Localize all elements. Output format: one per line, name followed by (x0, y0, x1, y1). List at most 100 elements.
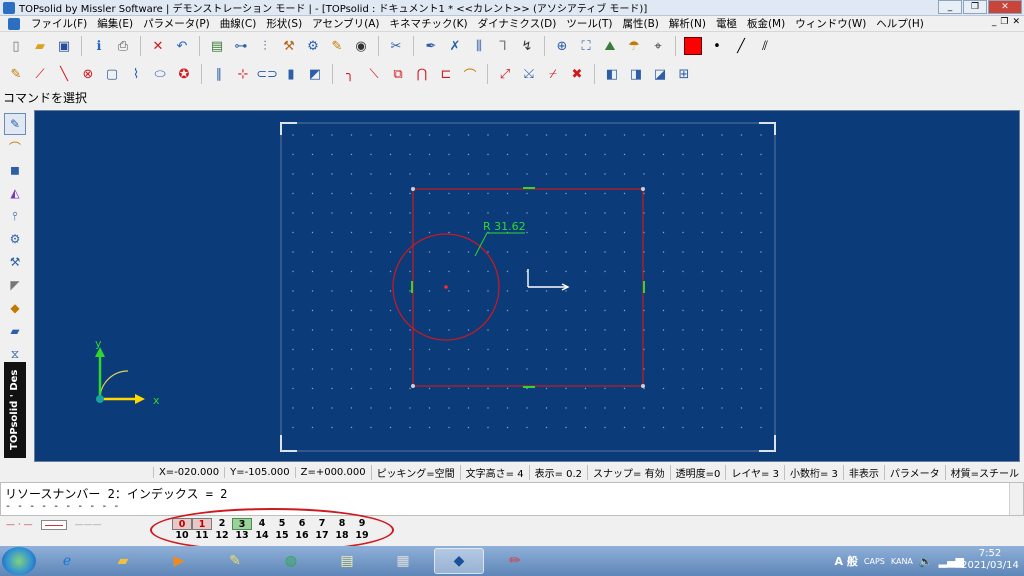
pencil-icon[interactable]: ✎ (4, 113, 26, 135)
intersection-icon[interactable]: ⤩ (519, 64, 539, 84)
message-scrollbar[interactable] (1009, 483, 1023, 515)
assembly-icon[interactable]: ⚒ (4, 251, 26, 273)
color-swatch-icon[interactable] (683, 36, 703, 56)
ellipse-icon[interactable]: ⬭ (150, 64, 170, 84)
corner-icon[interactable]: ⊏ (436, 64, 456, 84)
pen-icon[interactable]: ✒ (421, 36, 441, 56)
hatch-icon[interactable]: ⫽ (755, 36, 775, 56)
sliders-icon[interactable]: ⫼ (469, 36, 489, 56)
eye-icon[interactable]: ◉ (351, 36, 371, 56)
menu-parameter[interactable]: パラメータ(P) (138, 16, 215, 31)
trim-icon[interactable]: ⌇ (126, 64, 146, 84)
line-style-icon[interactable]: ╱ (731, 36, 751, 56)
volume-icon[interactable]: 🔈 (919, 555, 933, 568)
menu-edit[interactable]: 編集(E) (92, 16, 138, 31)
pencil-icon[interactable]: ✎ (6, 64, 26, 84)
new-document-icon[interactable]: ▯ (6, 36, 26, 56)
fit-screen-icon[interactable]: ⛶ (576, 36, 596, 56)
close-button[interactable]: ✕ (988, 0, 1022, 14)
drafting-icon[interactable]: ◤ (4, 274, 26, 296)
status-text-height[interactable]: 文字高さ= 4 (459, 464, 529, 480)
surface-icon[interactable]: ◧ (602, 64, 622, 84)
axis-icon[interactable]: ⌖ (648, 36, 668, 56)
save-icon[interactable]: ▣ (54, 36, 74, 56)
undo-icon[interactable]: ↶ (172, 36, 192, 56)
offset-icon[interactable]: ⧉ (388, 64, 408, 84)
menu-dynamics[interactable]: ダイナミクス(D) (473, 16, 562, 31)
probe-icon[interactable]: ⫯ (4, 205, 26, 227)
render-icon[interactable]: ☂ (624, 36, 644, 56)
notes-icon[interactable]: ▤ (322, 548, 372, 574)
cancel-icon[interactable]: ✖ (567, 64, 587, 84)
line-icon[interactable]: ╲ (54, 64, 74, 84)
doc-minimize-button[interactable]: _ (992, 17, 997, 27)
curve-icon[interactable]: ⌒ (4, 136, 26, 158)
chamfer-icon[interactable]: ⟍ (364, 64, 384, 84)
status-picking[interactable]: ピッキング=空間 (370, 464, 460, 480)
point-style-icon[interactable]: • (707, 36, 727, 56)
print-icon[interactable]: ⎙ (113, 36, 133, 56)
cross-icon[interactable]: ✗ (445, 36, 465, 56)
pane-icon[interactable]: ▤ (207, 36, 227, 56)
restore-button[interactable]: ❐ (963, 0, 987, 14)
open-folder-icon[interactable]: ▰ (30, 36, 50, 56)
point-icon[interactable]: ⊹ (233, 64, 253, 84)
paint-icon[interactable]: ✎ (327, 36, 347, 56)
arc-icon[interactable]: ⋂ (412, 64, 432, 84)
tangent-icon[interactable]: ⌒ (460, 64, 480, 84)
calculator-icon[interactable]: ▦ (378, 548, 428, 574)
minimize-button[interactable]: _ (938, 0, 962, 14)
hammer-icon[interactable]: ⚒ (279, 36, 299, 56)
paintbrush-icon[interactable]: ✏ (490, 548, 540, 574)
solid-line-icon[interactable] (40, 520, 67, 530)
status-transparency[interactable]: 透明度=0 (669, 464, 726, 480)
menu-attributes[interactable]: 属性(B) (617, 16, 663, 31)
clock[interactable]: 7:52 2021/03/14 (960, 548, 1020, 572)
ime-indicator[interactable]: A 般 (835, 553, 858, 569)
block-icon[interactable]: ▮ (281, 64, 301, 84)
menu-window[interactable]: ウィンドウ(W) (790, 16, 871, 31)
graphics-viewport[interactable]: R 31.62 y x (34, 110, 1020, 462)
tree-icon[interactable]: ⊞ (674, 64, 694, 84)
hook-icon[interactable]: ⅂ (493, 36, 513, 56)
scissors-icon[interactable]: ✂ (386, 36, 406, 56)
viewport-canvas[interactable]: R 31.62 y x (35, 111, 1021, 463)
shell-icon[interactable]: ◨ (626, 64, 646, 84)
zoom-icon[interactable]: ⊕ (552, 36, 572, 56)
start-button[interactable] (2, 547, 36, 575)
measure-icon[interactable]: ⊶ (231, 36, 251, 56)
folder-icon[interactable]: ▰ (98, 548, 148, 574)
menu-curve[interactable]: 曲線(C) (215, 16, 262, 31)
info-icon[interactable]: ℹ (89, 36, 109, 56)
solid-icon[interactable]: ◪ (650, 64, 670, 84)
doc-close-button[interactable]: ✕ (1012, 17, 1020, 27)
doc-restore-button[interactable]: ❐ (1000, 17, 1008, 27)
menu-kinematic[interactable]: キネマチック(K) (385, 16, 473, 31)
surface-icon[interactable]: ◭ (4, 182, 26, 204)
status-material[interactable]: 材質=スチール (944, 464, 1024, 480)
media-icon[interactable]: ▶ (154, 548, 204, 574)
fillet-icon[interactable]: ╮ (340, 64, 360, 84)
status-hidden[interactable]: 非表示 (842, 464, 884, 480)
polyline-icon[interactable]: ⟋ (30, 64, 50, 84)
cursor-icon[interactable]: ↯ (517, 36, 537, 56)
line-style-selector[interactable]: — · — ——— (6, 520, 102, 530)
cube-icon[interactable]: ◩ (305, 64, 325, 84)
dash-line-icon[interactable]: — · — (6, 520, 33, 530)
rectangle-icon[interactable]: ▢ (102, 64, 122, 84)
menu-help[interactable]: ヘルプ(H) (871, 16, 929, 31)
circle-cross-icon[interactable]: ⊗ (78, 64, 98, 84)
status-parameter[interactable]: パラメータ (883, 464, 945, 480)
solid-icon[interactable]: ◼ (4, 159, 26, 181)
status-display[interactable]: 表示= 0.2 (528, 464, 587, 480)
parameter-icon[interactable]: ⫶ (255, 36, 275, 56)
menu-sheetmetal[interactable]: 板金(M) (742, 16, 790, 31)
slot-icon[interactable]: ⊂⊃ (256, 64, 278, 84)
menu-tools[interactable]: ツール(T) (561, 16, 617, 31)
star-icon[interactable]: ✪ (174, 64, 194, 84)
topsolid-icon[interactable]: ◆ (434, 548, 484, 574)
menu-analysis[interactable]: 解析(N) (664, 16, 711, 31)
sheetmetal-icon[interactable]: ⚙ (4, 228, 26, 250)
projection-icon[interactable]: ⤢ (495, 64, 515, 84)
menu-file[interactable]: ファイル(F) (26, 16, 92, 31)
